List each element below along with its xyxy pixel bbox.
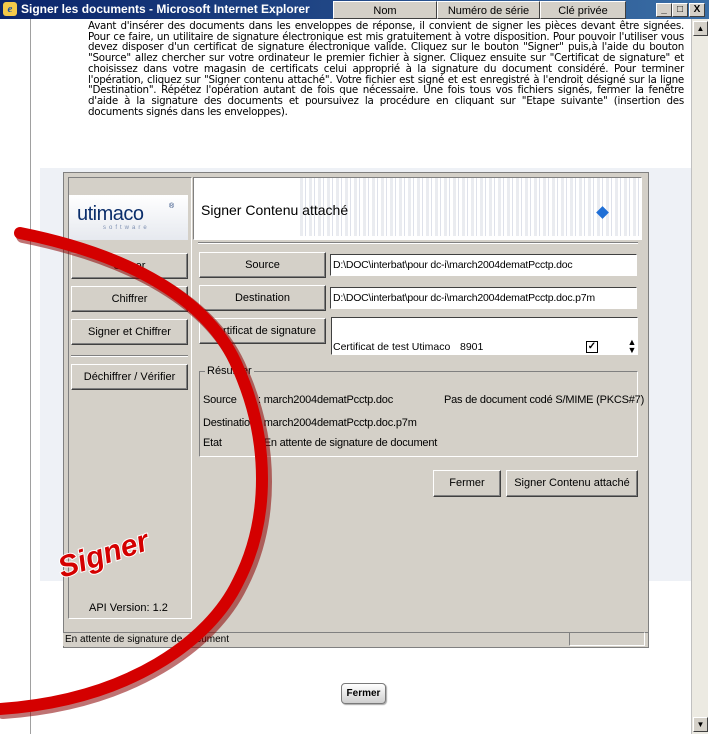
sidebar-item-chiffrer[interactable]: Chiffrer — [71, 286, 188, 312]
header-divider — [198, 242, 638, 244]
certificate-name-cell[interactable]: Certificat de test Utimaco — [333, 340, 450, 355]
summary-source-note: Pas de document codé S/MIME (PKCS#7) — [444, 394, 645, 406]
logo-subtitle: software — [103, 225, 150, 231]
maximize-button[interactable]: □ — [672, 3, 688, 17]
scroll-down-arrow-icon[interactable]: ▼ — [693, 717, 708, 732]
certificate-serial-cell[interactable]: 8901 — [460, 340, 483, 355]
summary-state-label: Etat — [203, 437, 222, 449]
certificate-button[interactable]: Certificat de signature — [199, 318, 326, 344]
sidebar-item-signer[interactable]: Signer — [71, 253, 188, 279]
api-version: API Version: 1.2 — [89, 602, 168, 614]
left-frame — [0, 19, 31, 734]
status-bar: En attente de signature de document — [63, 632, 648, 646]
table-spinner-icon[interactable]: ▲ ▼ — [627, 338, 637, 355]
close-window-button[interactable]: X — [689, 3, 705, 17]
scroll-up-arrow-icon[interactable]: ▲ — [693, 21, 708, 36]
page-title: Signer Contenu attaché — [201, 202, 349, 218]
logo-name: utimaco — [77, 203, 144, 225]
source-button[interactable]: Source — [199, 252, 326, 278]
summary-state-value: : En attente de signature de document — [258, 437, 438, 449]
page-close-button[interactable]: Fermer — [341, 683, 386, 704]
column-header-numero-serie[interactable]: Numéro de série — [437, 1, 540, 19]
internet-explorer-icon: e — [3, 2, 17, 16]
header-decoration — [297, 178, 639, 236]
close-applet-button[interactable]: Fermer — [433, 470, 501, 497]
vertical-scrollbar[interactable]: ▲ ▼ — [691, 19, 708, 734]
summary-source-label: Source — [203, 394, 237, 406]
minimize-button[interactable]: _ — [656, 3, 672, 17]
instructions-text: Avant d'insérer des documents dans les e… — [88, 20, 684, 118]
sign-attached-button[interactable]: Signer Contenu attaché — [506, 470, 638, 497]
source-path-field[interactable]: D:\DOC\interbat\pour dc-i\march2004demat… — [330, 254, 637, 276]
window-title: Signer les documents - Microsoft Interne… — [21, 2, 310, 16]
summary-source-value: : march2004dematPcctp.doc — [258, 394, 394, 406]
summary-legend: Résumer — [205, 365, 254, 377]
registered-mark-icon: ® — [169, 203, 175, 210]
column-header-nom[interactable]: Nom — [333, 1, 437, 19]
destination-button[interactable]: Destination — [199, 285, 326, 311]
sidebar-divider — [71, 355, 188, 357]
utimaco-logo: utimaco ® software — [69, 195, 188, 240]
summary-destination-value: : march2004dematPcctp.doc.p7m — [258, 417, 417, 429]
column-header-cle-privee[interactable]: Clé privée — [540, 1, 626, 19]
status-panel — [569, 632, 645, 646]
destination-path-field[interactable]: D:\DOC\interbat\pour dc-i\march2004demat… — [330, 287, 637, 309]
private-key-checkbox[interactable]: ✓ — [586, 341, 598, 353]
applet-sidebar — [68, 177, 192, 619]
sidebar-item-signer-et-chiffrer[interactable]: Signer et Chiffrer — [71, 319, 188, 345]
browser-window: e Signer les documents - Microsoft Inter… — [0, 0, 709, 734]
summary-destination-label: Destination — [203, 417, 256, 429]
sidebar-item-dechiffrer-verifier[interactable]: Déchiffrer / Vérifier — [71, 364, 188, 390]
